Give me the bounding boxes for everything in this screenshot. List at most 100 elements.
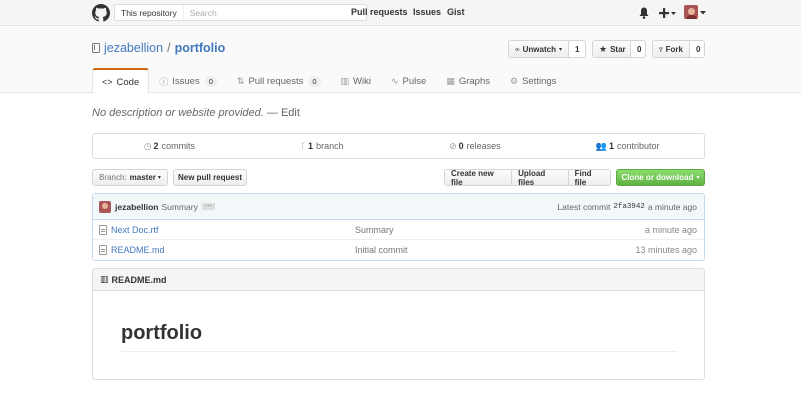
file-name-link[interactable]: README.md [111,245,361,255]
tab-label: Settings [522,75,557,87]
caret-down-icon[interactable] [700,11,706,15]
star-icon: ★ [599,43,608,54]
readme-divider [121,351,677,352]
contributors-link[interactable]: 👥 1 contributor [551,134,704,158]
file-age: a minute ago [644,224,697,235]
user-avatar[interactable] [684,5,698,19]
nav-pull-requests[interactable]: Pull requests [351,7,408,17]
readme-box: ▥ README.md portfolio [92,268,705,380]
search-scope-label: This repository [115,5,184,20]
commit-author-link[interactable]: jezabellion [115,202,158,212]
clone-label: Clone or download [621,173,694,182]
repo-separator: / [167,41,171,55]
latest-commit-prefix: Latest commit [557,202,611,212]
new-pull-request-button[interactable]: New pull request [173,169,247,186]
tab-code[interactable]: <> Code [92,68,150,94]
branch-label: branch [316,141,344,151]
fork-button-group: Fork 0 [652,40,705,58]
file-name-link[interactable]: Next Doc.rtf [111,225,361,235]
plus-dropdown-icon[interactable] [659,7,677,19]
description-dash: — [266,107,278,119]
repo-icon [92,42,100,53]
eye-icon [515,47,520,51]
latest-commit-bar: jezabellion Summary … Latest commit 2fa3… [93,194,704,220]
commits-label: commits [161,141,196,151]
tab-label: Wiki [353,75,371,87]
commits-count: 2 [153,141,159,151]
nav-gist[interactable]: Gist [447,7,465,17]
edit-description-link[interactable]: Edit [281,107,300,119]
pull-request-icon: ⇅ [236,75,245,86]
repo-owner-link[interactable]: jezabellion [104,41,163,55]
search-box: This repository [114,4,367,21]
commit-message-link[interactable]: Summary [161,202,197,212]
file-icon [99,224,107,235]
description-text: No description or website provided. [92,107,264,119]
readme-title: portfolio [121,322,203,344]
releases-link[interactable]: ⊘ 0 releases [399,134,552,158]
tab-wiki[interactable]: ▥ Wiki [331,68,381,93]
nav-issues[interactable]: Issues [413,7,441,17]
create-new-file-button[interactable]: Create new file [445,170,513,185]
star-label: Star [610,44,626,54]
commits-link[interactable]: ◷ 2 commits [93,134,246,158]
file-commit-message-link[interactable]: Initial commit [355,245,408,255]
file-age: 13 minutes ago [635,245,697,255]
repo-title: jezabellion / portfolio [92,41,225,55]
caret-down-icon: ▾ [696,175,700,181]
history-icon: ◷ [143,140,152,151]
branch-select-button[interactable]: Branch: master ▾ [92,169,168,186]
latest-commit-info: Latest commit 2fa3942 a minute ago [557,194,697,220]
forks-count[interactable]: 0 [690,41,704,57]
tab-pull-requests[interactable]: ⇅ Pull requests 0 [227,68,331,93]
file-actions-group: Create new file Upload files Find file [444,169,611,186]
tab-pulse[interactable]: ∿ Pulse [381,68,436,93]
upload-files-button[interactable]: Upload files [512,170,569,185]
bell-icon[interactable] [639,7,649,19]
pulse-icon: ∿ [391,75,399,86]
readme-header: ▥ README.md [93,269,704,291]
commit-sha-link[interactable]: 2fa3942 [613,203,645,211]
table-row: Next Doc.rtf Summary a minute ago [93,220,704,240]
branch-icon: ᚴ [300,141,307,151]
tab-graphs[interactable]: ▦ Graphs [436,68,500,93]
file-commit-message-link[interactable]: Summary [355,225,394,235]
unwatch-label: Unwatch [522,44,556,54]
clone-or-download-button[interactable]: Clone or download ▾ [616,169,705,186]
stargazers-count[interactable]: 0 [631,41,645,57]
fork-button[interactable]: Fork [653,41,690,57]
watch-button-group: Unwatch ▾ 1 [508,40,586,58]
branch-count: 1 [308,141,314,151]
book-icon: ▥ [100,274,109,284]
gear-icon: ⚙ [509,75,519,86]
readme-filename: README.md [111,274,167,285]
tab-label: Issues [172,75,200,87]
find-file-button[interactable]: Find file [568,170,610,185]
caret-down-icon: ▾ [558,46,562,53]
unwatch-button[interactable]: Unwatch ▾ [509,41,569,57]
watchers-count[interactable]: 1 [569,41,585,57]
search-input[interactable] [183,7,354,18]
expand-commit-button[interactable]: … [201,201,215,210]
tab-issues[interactable]: ⓘ Issues 0 [149,68,227,93]
star-button[interactable]: ★ Star [593,41,631,57]
branches-link[interactable]: ᚴ 1 branch [246,134,399,158]
commit-author-avatar[interactable] [99,200,111,213]
tab-settings[interactable]: ⚙ Settings [500,68,566,93]
star-button-group: ★ Star 0 [592,40,646,58]
tab-label: Code [116,76,140,88]
contributors-count: 1 [608,141,614,151]
latest-commit-age: a minute ago [647,202,697,212]
tab-label: Pulse [402,75,427,87]
file-list: jezabellion Summary … Latest commit 2fa3… [92,193,705,261]
github-logo-icon[interactable] [92,4,110,22]
graph-icon: ▦ [446,75,455,86]
organization-icon: 👥 [595,140,607,151]
releases-label: releases [466,141,501,151]
site-header: This repository Pull requests Issues Gis… [0,0,801,26]
contributors-label: contributor [616,141,660,151]
releases-count: 0 [458,141,464,151]
tab-label: Pull requests [248,75,304,87]
repo-name-link[interactable]: portfolio [175,41,226,55]
tab-label: Graphs [458,75,490,87]
